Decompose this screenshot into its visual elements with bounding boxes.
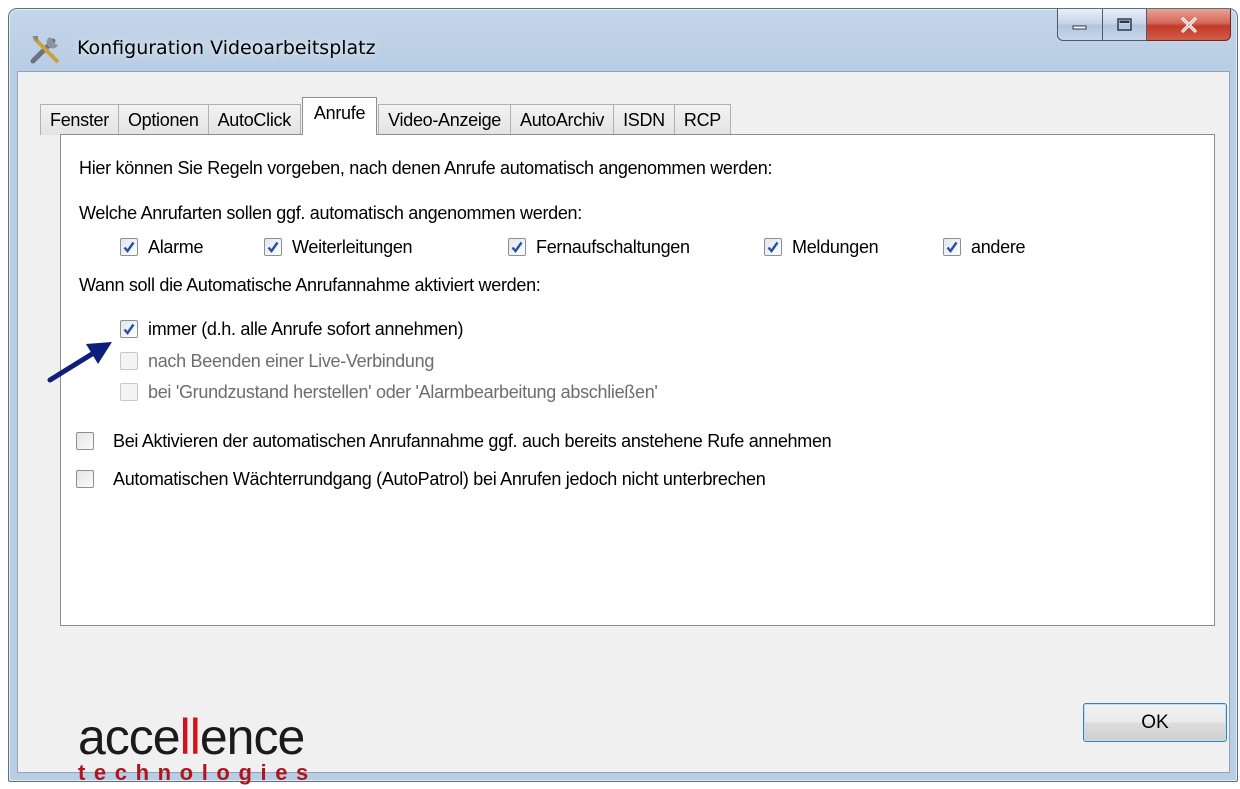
label-nach-live-verbindung: nach Beenden einer Live-Verbindung <box>148 351 435 371</box>
activation-heading: Wann soll die Automatische Anrufannahme … <box>79 275 541 295</box>
checkmark-icon <box>123 241 135 253</box>
label-fernaufschaltungen[interactable]: Fernaufschaltungen <box>536 237 690 258</box>
maximize-icon <box>1116 17 1132 31</box>
checkmark-icon <box>946 241 958 253</box>
tab-panel-anrufe: Hier können Sie Regeln vorgeben, nach de… <box>60 134 1215 626</box>
tab-fenster[interactable]: Fenster <box>40 104 119 135</box>
checkbox-weiterleitungen[interactable] <box>264 238 282 256</box>
close-icon <box>1180 16 1197 33</box>
logo-wordmark: accellence <box>78 709 305 765</box>
tab-strip: Fenster Optionen AutoClick Anrufe Video-… <box>40 97 731 135</box>
company-logo: accellence technologies <box>78 712 317 786</box>
checkbox-grundzustand[interactable] <box>120 383 138 401</box>
maximize-button[interactable] <box>1103 9 1147 41</box>
tab-rcp[interactable]: RCP <box>673 104 731 135</box>
client-area: Fenster Optionen AutoClick Anrufe Video-… <box>17 71 1230 785</box>
minimize-icon <box>1072 25 1087 29</box>
label-alarme[interactable]: Alarme <box>148 237 204 258</box>
tab-autoclick[interactable]: AutoClick <box>207 104 301 135</box>
intro-text: Hier können Sie Regeln vorgeben, nach de… <box>79 158 773 178</box>
tools-icon <box>30 36 59 64</box>
checkmark-icon <box>767 241 779 253</box>
checkbox-andere[interactable] <box>943 238 961 256</box>
title-bar[interactable]: Konfiguration Videoarbeitsplatz <box>9 9 1237 73</box>
logo-tagline: technologies <box>78 760 317 785</box>
checkmark-icon <box>511 241 523 253</box>
label-grundzustand: bei 'Grundzustand herstellen' oder 'Alar… <box>148 382 658 402</box>
dialog-window: Konfiguration Videoarbeitsplatz Fenster … <box>8 8 1238 785</box>
label-autopatrol[interactable]: Automatischen Wächterrundgang (AutoPatro… <box>113 469 766 490</box>
ok-button[interactable]: OK <box>1083 703 1227 742</box>
label-meldungen[interactable]: Meldungen <box>792 237 879 258</box>
checkbox-anstehende-rufe[interactable] <box>76 432 94 450</box>
checkbox-fernaufschaltungen[interactable] <box>508 238 526 256</box>
caption-buttons <box>1057 9 1231 43</box>
minimize-button[interactable] <box>1057 9 1103 41</box>
window-title: Konfiguration Videoarbeitsplatz <box>77 37 376 59</box>
close-button[interactable] <box>1147 9 1231 41</box>
checkbox-meldungen[interactable] <box>764 238 782 256</box>
checkbox-immer[interactable] <box>120 320 138 338</box>
tab-autoarchiv[interactable]: AutoArchiv <box>510 104 615 135</box>
call-types-heading: Welche Anrufarten sollen ggf. automatisc… <box>79 203 582 223</box>
checkmark-icon <box>267 241 279 253</box>
checkbox-nach-live-verbindung[interactable] <box>120 352 138 370</box>
label-andere[interactable]: andere <box>971 237 1026 258</box>
checkbox-alarme[interactable] <box>120 238 138 256</box>
checkmark-icon <box>123 323 135 335</box>
tab-isdn[interactable]: ISDN <box>613 104 675 135</box>
label-immer[interactable]: immer (d.h. alle Anrufe sofort annehmen) <box>148 319 463 340</box>
tab-anrufe[interactable]: Anrufe <box>301 97 378 135</box>
label-anstehende-rufe[interactable]: Bei Aktivieren der automatischen Anrufan… <box>113 431 832 452</box>
tab-video-anzeige[interactable]: Video-Anzeige <box>378 104 512 135</box>
tab-optionen[interactable]: Optionen <box>117 104 209 135</box>
checkbox-autopatrol[interactable] <box>76 470 94 488</box>
annotation-arrow-icon <box>47 342 112 383</box>
label-weiterleitungen[interactable]: Weiterleitungen <box>292 237 413 258</box>
